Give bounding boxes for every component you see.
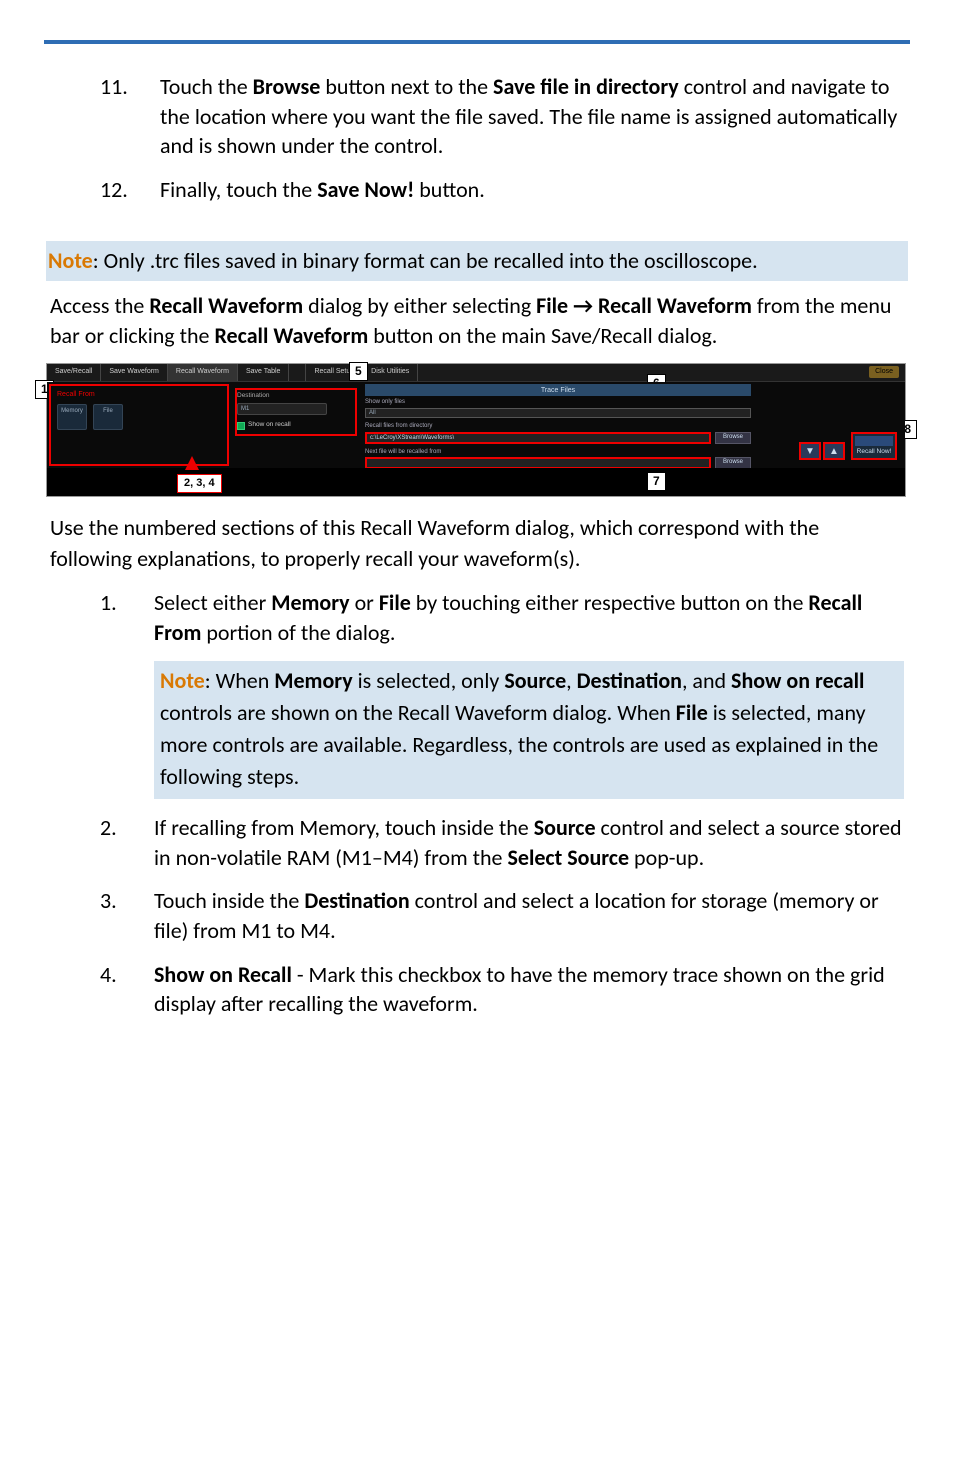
step-text: Touch the Browse button next to the Save…	[160, 72, 904, 161]
note-label: Note	[48, 247, 93, 274]
dialog-tabs: Save/Recall Save Waveform Recall Wavefor…	[47, 364, 905, 382]
browse-next-button[interactable]: Browse	[715, 457, 751, 469]
destination-panel: Destination M1 Show on recall	[231, 382, 361, 468]
next-arrow-button[interactable]: ▲	[823, 442, 845, 460]
step-12: 12. Finally, touch the Save Now! button.	[100, 175, 904, 205]
tab-spacer	[289, 364, 306, 381]
annotation-234: 2, 3, 4	[177, 474, 222, 493]
substep-3: 3. Touch inside the Destination control …	[100, 886, 904, 945]
step-number: 4.	[100, 960, 154, 1019]
top-steps-list: 11. Touch the Browse button next to the …	[50, 72, 904, 205]
note-label: Note	[160, 667, 205, 694]
recall-waveform-screenshot: 1 5 6 8 Save/Recall Save Waveform Recall…	[46, 363, 906, 497]
close-button[interactable]: Close	[869, 366, 899, 377]
destination-label: Destination	[237, 392, 355, 401]
destination-field[interactable]: M1	[237, 403, 327, 415]
memory-button[interactable]: Memory	[57, 404, 87, 430]
step-number: 1.	[100, 588, 154, 647]
access-recall-paragraph: Access the Recall Waveform dialog by eit…	[50, 291, 904, 352]
substep-2: 2. If recalling from Memory, touch insid…	[100, 813, 904, 872]
action-panel: ▼ ▲ Recall Now!	[755, 382, 905, 468]
filter-field[interactable]: All	[365, 408, 751, 418]
tab-savetable[interactable]: Save Table	[238, 364, 290, 381]
prev-arrow-button[interactable]: ▼	[799, 442, 821, 460]
tab-saverecall[interactable]: Save/Recall	[47, 364, 101, 381]
tab-savewaveform[interactable]: Save Waveform	[101, 364, 168, 381]
sub-steps-list-cont: 2. If recalling from Memory, touch insid…	[50, 813, 904, 1019]
step-number: 12.	[100, 175, 160, 205]
tab-recallwaveform[interactable]: Recall Waveform	[168, 364, 238, 381]
show-only-label: Show only files	[365, 398, 751, 406]
note-trc-files: Note: Only .trc files saved in binary fo…	[46, 241, 908, 281]
note-text: : When Memory is selected, only Source, …	[160, 667, 878, 790]
recall-from-header: Recall From	[57, 390, 221, 399]
step-number: 2.	[100, 813, 154, 872]
show-on-recall-label: Show on recall	[248, 421, 291, 430]
note-text: : Only .trc files saved in binary format…	[93, 247, 758, 274]
recall-dir-label: Recall files from directory	[365, 422, 751, 430]
show-on-recall-checkbox[interactable]: Show on recall	[237, 421, 355, 430]
step-number: 3.	[100, 886, 154, 945]
directory-field[interactable]: c:\LeCroy\XStream\Waveforms\	[365, 432, 711, 444]
recall-now-icon	[855, 436, 893, 446]
annotation-7: 7	[647, 472, 666, 490]
next-file-label: Next file will be recalled from	[365, 448, 751, 456]
use-numbered-paragraph: Use the numbered sections of this Recall…	[50, 513, 904, 574]
sub-steps-list: 1. Select either Memory or File by touch…	[50, 588, 904, 647]
annotation-5: 5	[349, 362, 368, 380]
browse-dir-button[interactable]: Browse	[715, 432, 751, 444]
trace-files-panel: Trace Files Show only files All Recall f…	[361, 382, 755, 468]
page-divider	[44, 40, 910, 44]
step-text: Finally, touch the Save Now! button.	[160, 175, 904, 205]
recall-now-button[interactable]: Recall Now!	[851, 432, 897, 461]
step-number: 11.	[100, 72, 160, 161]
screenshot-footer: 2, 3, 4 7	[47, 468, 905, 496]
file-button[interactable]: File	[93, 404, 123, 430]
trace-files-header: Trace Files	[541, 386, 575, 394]
step-11: 11. Touch the Browse button next to the …	[100, 72, 904, 161]
substep-1: 1. Select either Memory or File by touch…	[100, 588, 904, 647]
step-text: If recalling from Memory, touch inside t…	[154, 813, 904, 872]
tab-diskutilities[interactable]: Disk Utilities	[363, 364, 418, 381]
step-text: Touch inside the Destination control and…	[154, 886, 904, 945]
step-text: Select either Memory or File by touching…	[154, 588, 904, 647]
recall-now-label: Recall Now!	[857, 448, 892, 455]
next-file-field[interactable]	[365, 457, 711, 469]
substep-4: 4. Show on Recall - Mark this checkbox t…	[100, 960, 904, 1019]
note-memory-file: Note: When Memory is selected, only Sour…	[154, 661, 904, 799]
annotation-234-arrow	[185, 456, 199, 470]
checkbox-icon	[237, 422, 245, 430]
recall-from-panel: Recall From Memory File	[49, 384, 229, 466]
step-text: Show on Recall - Mark this checkbox to h…	[154, 960, 904, 1019]
